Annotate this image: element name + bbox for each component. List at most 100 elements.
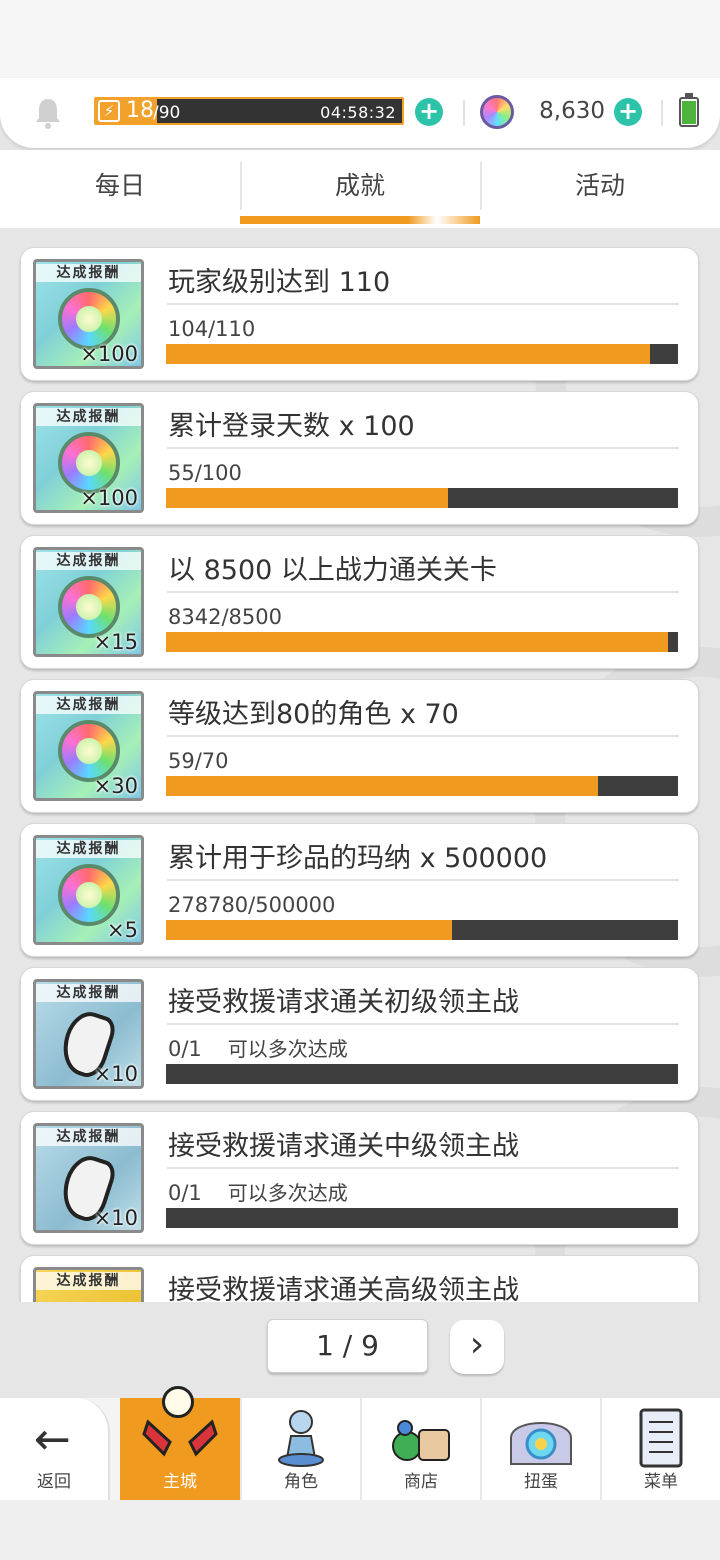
progress-fill <box>166 344 650 364</box>
reward-count: ×100 <box>80 486 138 510</box>
title-divider <box>167 303 679 305</box>
progress-value: 104/110 <box>168 317 256 341</box>
achievement-title: 累计用于珍品的玛纳 x 500000 <box>168 843 548 874</box>
stamina-bar: ⚡ 18 /90 04:58:32 <box>94 97 404 125</box>
reward-label: 达成报酬 <box>36 984 141 1002</box>
nav-characters[interactable]: 角色 <box>240 1398 360 1500</box>
achievement-title: 等级达到80的角色 x 70 <box>168 699 459 730</box>
achievement-title: 玩家级别达到 110 <box>168 267 391 298</box>
progress-bar <box>166 920 678 940</box>
stamina-current: 18 <box>126 98 154 123</box>
reward-box: 达成报酬 ×100 <box>33 259 144 369</box>
reward-label: 达成报酬 <box>36 408 141 426</box>
progress-text: 0/1 可以多次达成 <box>168 1180 348 1206</box>
castle-orb-icon <box>162 1386 194 1418</box>
progress-fill <box>166 776 598 796</box>
tab-events[interactable]: 活动 <box>480 150 720 224</box>
nav-gacha-label: 扭蛋 <box>524 1472 558 1492</box>
progress-bar <box>166 1208 678 1228</box>
nav-gacha[interactable]: 扭蛋 <box>480 1398 600 1500</box>
reward-count: ×10 <box>93 1062 138 1086</box>
progress-bar <box>166 776 678 796</box>
progress-value: 8342/8500 <box>168 605 282 629</box>
divider <box>661 100 663 126</box>
tab-achievements[interactable]: 成就 <box>240 150 480 224</box>
reward-label: 达成报酬 <box>36 552 141 570</box>
achievement-card[interactable]: 达成报酬 ×5 累计用于珍品的玛纳 x 500000 278780/500000 <box>20 823 699 957</box>
gacha-portal-icon <box>510 1422 572 1465</box>
progress-fill <box>166 488 448 508</box>
nav-shop[interactable]: 商店 <box>360 1398 480 1500</box>
back-arrow-icon: ← <box>34 1414 71 1465</box>
add-gem-button[interactable]: + <box>614 98 642 126</box>
rainbow-gem-icon <box>480 95 514 129</box>
stamina-timer: 04:58:32 <box>320 103 396 122</box>
achievement-title: 接受救援请求通关中级领主战 <box>168 1131 519 1162</box>
nav-menu[interactable]: 菜单 <box>600 1398 720 1500</box>
title-divider <box>167 447 679 449</box>
reward-label: 达成报酬 <box>36 1272 141 1290</box>
divider <box>463 100 465 126</box>
achievement-card[interactable]: 达成报酬 ×15 以 8500 以上战力通关关卡 8342/8500 <box>20 535 699 669</box>
progress-value: 0/1 <box>168 1037 202 1061</box>
title-divider <box>167 591 679 593</box>
progress-fill <box>166 632 669 652</box>
top-bar: ⚡ 18 /90 04:58:32 + 8,630 + <box>0 78 720 148</box>
tab-daily[interactable]: 每日 <box>0 150 240 224</box>
achievement-card[interactable]: 达成报酬 ×10 接受救援请求通关初级领主战 0/1 可以多次达成 <box>20 967 699 1101</box>
reward-box: 达成报酬 ×30 <box>33 691 144 801</box>
bottom-nav: ← 返回 主城 角色 商店 扭蛋 菜单 <box>0 1398 720 1500</box>
reward-box: 达成报酬 ×5 <box>33 835 144 945</box>
rainbow-gem-icon <box>58 576 120 638</box>
reward-count: ×5 <box>107 918 138 942</box>
progress-value: 278780/500000 <box>168 893 336 917</box>
nav-shop-label: 商店 <box>404 1472 438 1492</box>
achievement-card[interactable]: 达成报酬 ×10 接受救援请求通关中级领主战 0/1 可以多次达成 <box>20 1111 699 1245</box>
reward-label: 达成报酬 <box>36 264 141 282</box>
battery-icon <box>679 93 699 127</box>
reward-label: 达成报酬 <box>36 1128 141 1146</box>
achievement-card[interactable]: 达成报酬 接受救援请求通关高级领主战 <box>20 1255 699 1302</box>
achievement-list[interactable]: 达成报酬 ×100 玩家级别达到 110 104/110 达成报酬 ×100 累… <box>0 232 720 1302</box>
progress-text: 0/1 可以多次达成 <box>168 1036 348 1062</box>
progress-bar <box>166 488 678 508</box>
progress-bar <box>166 632 678 652</box>
achievement-title: 接受救援请求通关初级领主战 <box>168 987 519 1018</box>
progress-text: 278780/500000 <box>168 892 335 918</box>
achievement-title: 以 8500 以上战力通关关卡 <box>168 555 497 586</box>
reward-count: ×10 <box>93 1206 138 1230</box>
reward-box: 达成报酬 ×100 <box>33 403 144 513</box>
nav-home-label: 主城 <box>163 1472 197 1492</box>
back-button[interactable]: ← 返回 <box>0 1398 110 1500</box>
shop-icon <box>392 1420 450 1461</box>
add-stamina-button[interactable]: + <box>415 98 443 126</box>
progress-value: 59/70 <box>168 749 229 773</box>
bell-icon[interactable] <box>33 96 63 130</box>
page-indicator: 1 / 9 <box>267 1319 428 1373</box>
rainbow-gem-icon <box>58 864 120 926</box>
achievement-title: 累计登录天数 x 100 <box>168 411 415 442</box>
title-divider <box>167 735 679 737</box>
title-divider <box>167 1167 679 1169</box>
nav-menu-label: 菜单 <box>644 1472 678 1492</box>
progress-text: 55/100 <box>168 460 242 486</box>
system-bar <box>0 1500 720 1560</box>
achievement-card[interactable]: 达成报酬 ×100 玩家级别达到 110 104/110 <box>20 247 699 381</box>
status-strip <box>0 0 720 80</box>
title-divider <box>167 1023 679 1025</box>
reward-label: 达成报酬 <box>36 696 141 714</box>
achievement-card[interactable]: 达成报酬 ×100 累计登录天数 x 100 55/100 <box>20 391 699 525</box>
rainbow-gem-icon <box>58 720 120 782</box>
menu-list-icon <box>639 1408 683 1468</box>
tab-bar: 每日 成就 活动 <box>0 150 720 228</box>
reward-label: 达成报酬 <box>36 840 141 858</box>
rainbow-gem-icon <box>58 432 120 494</box>
achievement-card[interactable]: 达成报酬 ×30 等级达到80的角色 x 70 59/70 <box>20 679 699 813</box>
gem-count: 8,630 <box>539 98 605 124</box>
reward-count: ×15 <box>93 630 138 654</box>
repeatable-note: 可以多次达成 <box>227 1037 348 1061</box>
repeatable-note: 可以多次达成 <box>227 1181 348 1205</box>
progress-text: 8342/8500 <box>168 604 282 630</box>
next-page-button[interactable]: › <box>450 1320 504 1374</box>
nav-characters-label: 角色 <box>284 1472 318 1492</box>
